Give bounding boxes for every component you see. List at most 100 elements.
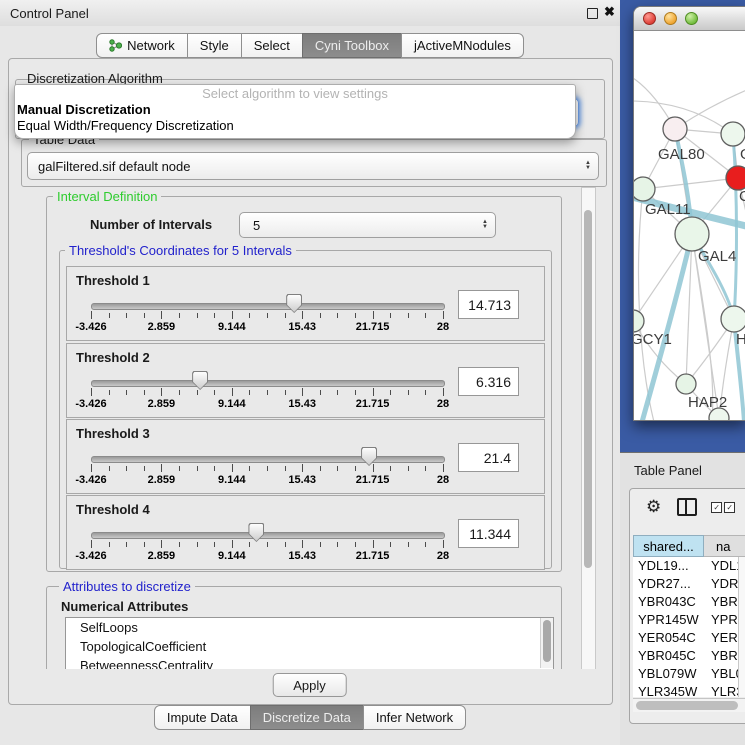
minimize-traffic-light-icon[interactable]: [664, 12, 677, 25]
network-node-c[interactable]: [726, 166, 745, 190]
attributes-scrollbar[interactable]: [540, 618, 553, 668]
table-row[interactable]: YBR043CYBR0: [633, 593, 745, 611]
threshold-value-field[interactable]: 11.344: [458, 519, 519, 548]
tick-mark: [197, 313, 198, 318]
slider-track[interactable]: [91, 456, 445, 463]
threshold-panel: Threshold 3-3.4262.8599.14415.4321.71528…: [66, 419, 545, 494]
tick-mark: [355, 466, 356, 471]
network-node-ga[interactable]: [721, 122, 745, 146]
table-data-combobox[interactable]: galFiltered.sif default node ▲▼: [27, 152, 599, 180]
network-node-hap2[interactable]: [676, 374, 696, 394]
table-row[interactable]: YBR045CYBR0: [633, 647, 745, 665]
slider-ticks: [91, 388, 443, 397]
table-row[interactable]: YLR345WYLR3: [633, 683, 745, 697]
tab-network[interactable]: Network: [96, 33, 188, 58]
number-of-intervals-label: Number of Intervals: [86, 217, 216, 232]
column-header-name[interactable]: na: [704, 535, 745, 557]
tick-mark: [197, 390, 198, 395]
gear-icon[interactable]: ⚙: [646, 497, 661, 517]
threshold-value-field[interactable]: 21.4: [458, 443, 519, 472]
control-panel-titlebar: Control Panel ✖: [0, 0, 620, 26]
table-vertical-scrollbar[interactable]: [738, 557, 745, 697]
tab-impute-data[interactable]: Impute Data: [154, 705, 251, 730]
algorithm-option[interactable]: Equal Width/Frequency Discretization: [15, 118, 575, 134]
slider-ticks: [91, 311, 443, 320]
close-icon[interactable]: ✖: [604, 4, 615, 20]
tab-jactivemnodules[interactable]: jActiveMNodules: [401, 33, 524, 58]
tick-mark: [355, 313, 356, 318]
tick-mark: [91, 388, 92, 396]
table-row[interactable]: YPR145WYPR1: [633, 611, 745, 629]
panel-scrollbar[interactable]: [581, 187, 596, 671]
tab-label: Select: [254, 36, 290, 55]
attribute-item[interactable]: TopologicalCoefficient: [66, 637, 553, 656]
slider-track[interactable]: [91, 303, 445, 310]
tick-mark: [302, 311, 303, 319]
zoom-traffic-light-icon[interactable]: [685, 12, 698, 25]
tick-label: -3.426: [75, 321, 106, 333]
node-label: GAL80: [658, 146, 705, 163]
tab-label: Infer Network: [376, 708, 453, 727]
tab-cyni-toolbox[interactable]: Cyni Toolbox: [302, 33, 402, 58]
network-window-titlebar[interactable]: [634, 7, 745, 31]
network-node-gal11[interactable]: [634, 177, 655, 201]
tick-mark: [267, 542, 268, 547]
table-horizontal-scrollbar-thumb[interactable]: [636, 701, 738, 710]
threshold-value-field[interactable]: 6.316: [458, 367, 519, 396]
network-node-gal4[interactable]: [675, 217, 709, 251]
tick-mark: [161, 464, 162, 472]
tick-mark: [161, 540, 162, 548]
slider-tick-labels: -3.4262.8599.14415.4321.71528: [91, 398, 443, 411]
tab-style[interactable]: Style: [187, 33, 242, 58]
control-panel: Control Panel ✖ Network Style Select Cyni T…: [0, 0, 620, 745]
tick-mark: [126, 390, 127, 395]
tick-mark: [91, 464, 92, 472]
network-node-gcy1[interactable]: [634, 310, 644, 332]
apply-button[interactable]: Apply: [272, 673, 347, 697]
attribute-item[interactable]: SelfLoops: [66, 618, 553, 637]
tick-mark: [214, 390, 215, 395]
tick-mark: [320, 542, 321, 547]
columns-icon[interactable]: [677, 498, 697, 516]
checkbox-icon[interactable]: ✓: [724, 502, 735, 513]
float-window-icon[interactable]: [587, 8, 598, 19]
tick-mark: [267, 313, 268, 318]
attributes-scrollbar-thumb[interactable]: [543, 620, 551, 662]
tick-mark: [390, 542, 391, 547]
number-of-intervals-combobox[interactable]: 5 ▲▼: [239, 212, 496, 238]
table-row[interactable]: YBL079WYBL0: [633, 665, 745, 683]
cell-shared-name: YBR043C: [633, 593, 704, 611]
table-row[interactable]: YER054CYER0: [633, 629, 745, 647]
tick-mark: [91, 311, 92, 319]
combo-spinner-icon: ▲▼: [482, 220, 488, 230]
tab-label: Style: [200, 36, 229, 55]
tick-label: 9.144: [218, 398, 246, 410]
tab-select[interactable]: Select: [241, 33, 303, 58]
cell-shared-name: YBR045C: [633, 647, 704, 665]
column-header-shared-name[interactable]: shared...: [633, 535, 704, 557]
numerical-attributes-list[interactable]: SelfLoopsTopologicalCoefficientBetweenne…: [65, 617, 554, 671]
tick-label: 28: [437, 550, 449, 562]
tick-mark: [337, 313, 338, 318]
tab-infer-network[interactable]: Infer Network: [363, 705, 466, 730]
tick-mark: [390, 313, 391, 318]
panel-scrollbar-thumb[interactable]: [584, 210, 592, 568]
network-node-gal80[interactable]: [663, 117, 687, 141]
tick-label: 28: [437, 398, 449, 410]
table-panel-title: Table Panel: [634, 463, 702, 478]
table-horizontal-scrollbar[interactable]: [633, 698, 745, 712]
tick-mark: [249, 542, 250, 547]
network-node-h[interactable]: [721, 306, 745, 332]
tab-discretize-data[interactable]: Discretize Data: [250, 705, 364, 730]
table-row[interactable]: YDR27...YDR2: [633, 575, 745, 593]
checkbox-icon[interactable]: ✓: [711, 502, 722, 513]
close-traffic-light-icon[interactable]: [643, 12, 656, 25]
slider-track[interactable]: [91, 532, 445, 539]
table-row[interactable]: YDL19...YDL1: [633, 557, 745, 575]
tick-mark: [355, 542, 356, 547]
tick-mark: [373, 540, 374, 548]
network-canvas[interactable]: GAL80GACGAL11GAL4GCY1HHAP2: [634, 31, 745, 421]
slider-track[interactable]: [91, 380, 445, 387]
threshold-value-field[interactable]: 14.713: [458, 290, 519, 319]
algorithm-option[interactable]: Manual Discretization: [15, 102, 575, 118]
